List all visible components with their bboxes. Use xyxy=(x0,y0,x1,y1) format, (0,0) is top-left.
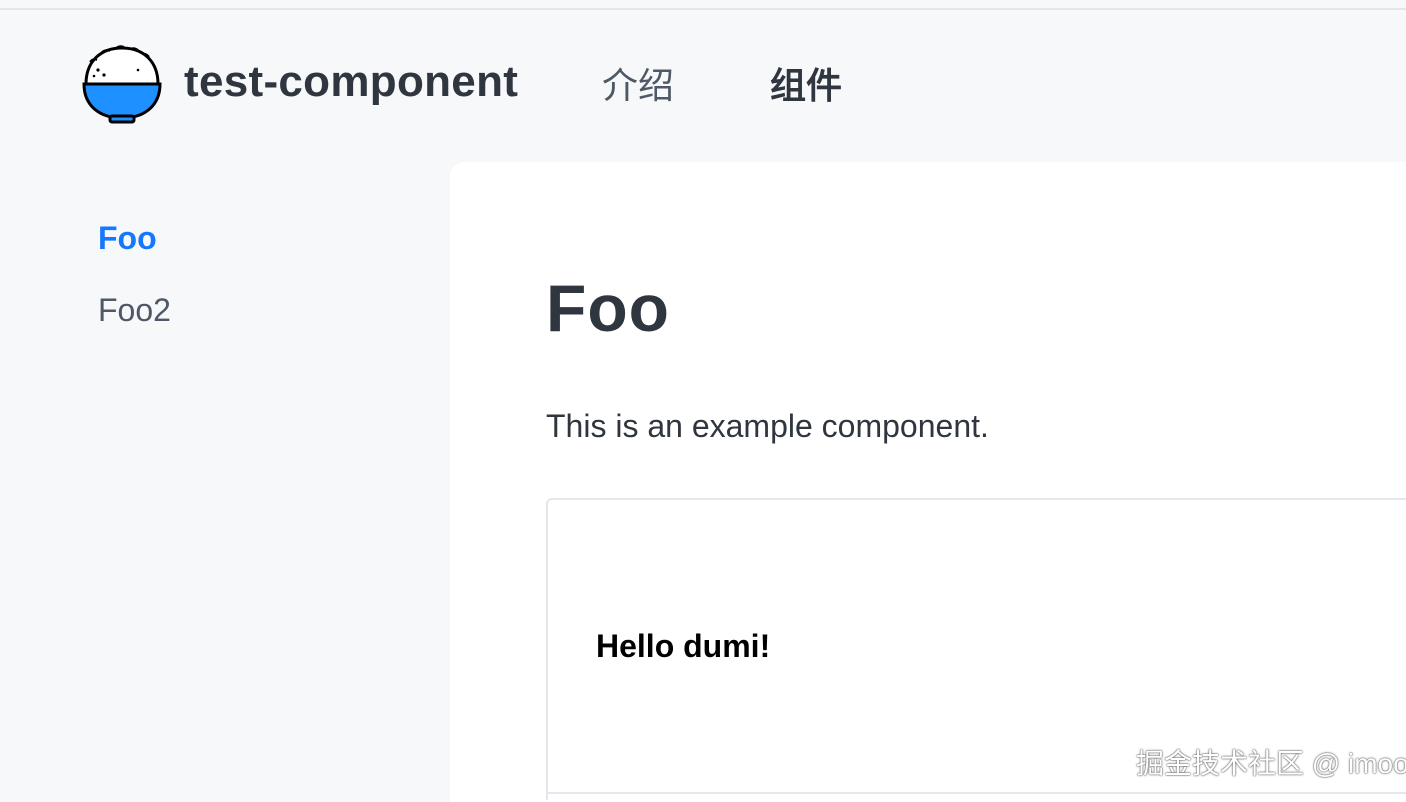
main-content: Foo This is an example component. Hello … xyxy=(450,162,1406,802)
sidebar-item-foo2[interactable]: Foo2 xyxy=(98,290,171,330)
page-title: Foo xyxy=(546,271,670,345)
sidebar: Foo Foo2 xyxy=(0,162,450,802)
rice-bowl-logo-icon[interactable] xyxy=(80,40,164,124)
watermark: 掘金技术社区 @ imoo xyxy=(1136,748,1406,779)
nav-item-intro[interactable]: 介绍 xyxy=(602,62,674,110)
site-header: test-component 介绍 组件 xyxy=(0,10,1406,162)
demo-output-text: Hello dumi! xyxy=(596,628,771,664)
site-title[interactable]: test-component xyxy=(184,52,518,112)
page-description: This is an example component. xyxy=(546,408,989,444)
sidebar-item-foo[interactable]: Foo xyxy=(98,218,157,258)
nav-item-components[interactable]: 组件 xyxy=(770,62,842,110)
demo-divider xyxy=(548,792,1406,794)
